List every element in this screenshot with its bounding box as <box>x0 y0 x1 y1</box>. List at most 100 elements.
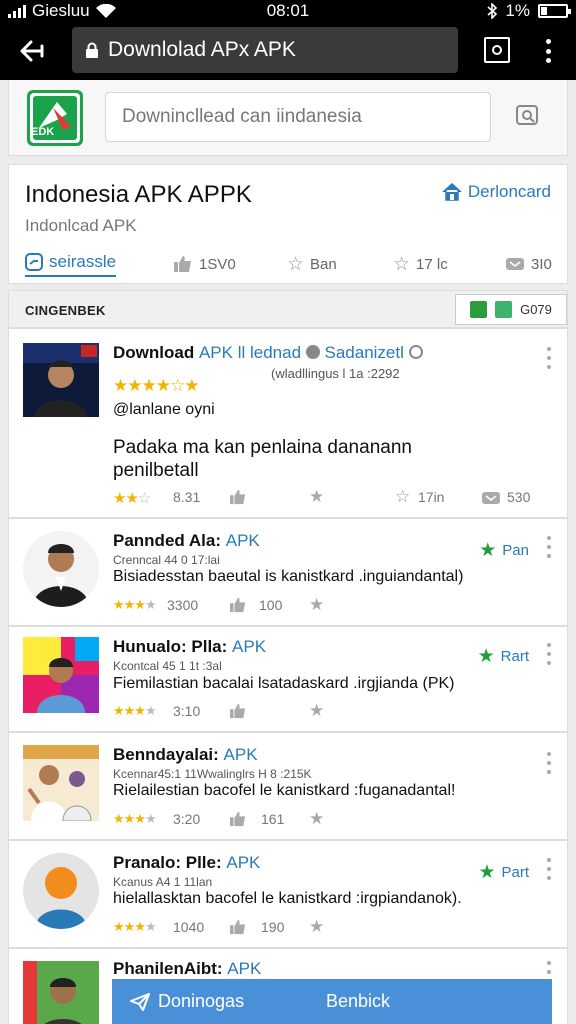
app-stats: ★★☆ 8.31 ★ ☆ 17in 530 <box>113 487 553 509</box>
app-thumbnail[interactable] <box>23 961 99 1024</box>
stat-tags: 3I0 <box>505 256 552 273</box>
app-title[interactable]: Download APK ll lednad Sadanizetl <box>113 343 423 363</box>
plan-button[interactable]: ★ Rart <box>478 645 529 668</box>
back-action-label: Benbick <box>326 991 391 1011</box>
overflow-menu-button[interactable] <box>538 36 558 66</box>
tab-seirassle-label: seirassle <box>49 251 117 271</box>
share-button[interactable]: Doninogas <box>130 991 244 1012</box>
star-icon[interactable]: ★ <box>309 917 324 937</box>
app-stats: ★★★★ 3300 100 ★ <box>113 595 413 617</box>
back-action-button[interactable]: Benbick <box>326 991 390 1012</box>
item-menu-button[interactable] <box>545 643 553 665</box>
app-title-apk: APK <box>227 959 262 978</box>
app-stats: ★★★★ 3:10 ★ <box>113 701 413 723</box>
app-meta: Kcontcal 45 1 1t :3al <box>113 659 222 673</box>
stat-favorites: ☆ Ban <box>287 253 337 276</box>
list-item[interactable]: Hunualo: Plla: APK Kcontcal 45 1 1t :3al… <box>8 626 568 732</box>
app-thumbnail[interactable] <box>23 637 99 713</box>
stat-favorites-value: Ban <box>310 255 337 273</box>
rating-value: 3:20 <box>173 811 201 827</box>
status-right: 1% <box>487 1 571 21</box>
size-value: 530 <box>507 489 531 505</box>
plan-button[interactable]: ★ Part <box>478 861 529 884</box>
app-thumbnail[interactable] <box>23 745 99 821</box>
thumbs-up-icon[interactable] <box>229 703 247 719</box>
battery-percent: 1% <box>505 1 530 20</box>
plan-label: Rart <box>500 648 529 665</box>
app-meta: Kcennar45:1 11Wwalinglrs H 8 :215K <box>113 767 312 781</box>
app-title-text: Download <box>113 343 195 362</box>
item-menu-button[interactable] <box>545 536 553 558</box>
battery-icon <box>538 4 571 18</box>
section-title: CINGENBEK <box>25 303 106 318</box>
count-value: 100 <box>259 597 283 613</box>
tabs-icon <box>492 45 502 55</box>
tab-seirassle[interactable]: seirassle <box>25 251 117 277</box>
thumbs-up-icon[interactable] <box>229 489 247 505</box>
star-icon[interactable]: ★ <box>309 487 324 507</box>
count-value: 161 <box>261 811 285 827</box>
star-icon[interactable]: ★ <box>309 595 324 615</box>
url-text: Downlolad APx APK <box>108 38 296 61</box>
app-thumbnail[interactable] <box>23 343 99 417</box>
app-description: Rielailestian bacofel le kanistkard :fug… <box>113 782 456 799</box>
app-stats: ★★★★ 1040 190 ★ <box>113 917 413 939</box>
tag-icon <box>482 492 500 504</box>
app-title[interactable]: Hunualo: Plla: APK <box>113 637 266 657</box>
app-title[interactable]: PhanilenAibt: APK <box>113 959 261 979</box>
rating-value: 3300 <box>167 597 199 613</box>
search-input[interactable] <box>105 92 491 142</box>
star-rating-small: ★★★★ <box>113 811 157 826</box>
tabs-button[interactable] <box>484 37 510 63</box>
item-menu-button[interactable] <box>545 347 553 369</box>
search-button[interactable] <box>515 104 543 132</box>
app-description: Padaka ma kan penlaina dananann <box>113 437 412 458</box>
app-title[interactable]: Pannded Ala: APK <box>113 531 260 551</box>
star-icon[interactable]: ★ <box>309 809 324 829</box>
app-title-text: Pannded Ala: <box>113 531 221 550</box>
site-logo[interactable]: EDK <box>27 90 83 146</box>
list-item[interactable]: Pannded Ala: APK Crenncal 44 0 17:lai Bi… <box>8 518 568 626</box>
timer-icon <box>25 252 43 271</box>
item-menu-button[interactable] <box>545 858 553 880</box>
stat-likes-value: 1SV0 <box>199 255 236 273</box>
app-description: hielallasktan bacofel le kanistkard :irg… <box>113 890 462 907</box>
star-outline-icon: ☆ <box>393 253 411 275</box>
count-value: 190 <box>261 919 285 935</box>
grid-icon <box>470 301 488 318</box>
url-bar[interactable]: Downlolad APx APK <box>72 27 458 73</box>
thumbs-up-icon[interactable] <box>229 597 247 613</box>
list-item[interactable]: Download APK ll lednad Sadanizetl (wladl… <box>8 328 568 518</box>
item-menu-button[interactable] <box>545 752 553 774</box>
app-thumbnail[interactable] <box>23 853 99 929</box>
thumbs-up-icon[interactable] <box>229 919 247 935</box>
search-icon <box>516 105 538 125</box>
section-badge-value: G079 <box>520 302 552 317</box>
verified-icon <box>408 345 423 359</box>
plan-button[interactable]: ★ Pan <box>479 539 529 562</box>
app-thumbnail[interactable] <box>23 531 99 607</box>
thumbs-up-icon[interactable] <box>229 811 247 827</box>
section-badge[interactable]: G079 <box>455 294 567 325</box>
star-rating-small: ★★★★ <box>113 703 157 718</box>
app-title[interactable]: Pranalo: Plle: APK <box>113 853 260 873</box>
site-header: EDK <box>8 80 568 156</box>
app-title[interactable]: Benndayalai: APK <box>113 745 258 765</box>
bluetooth-icon <box>487 3 498 19</box>
app-meta: (wladllingus l 1a :2292 <box>271 366 400 381</box>
app-title-text: Pranalo: Plle: <box>113 853 222 872</box>
title-card: Indonesia APK APPK Indonlcad APK Derlonc… <box>8 164 568 284</box>
back-arrow-icon <box>20 40 44 62</box>
app-title-text: PhanilenAibt: <box>113 959 223 978</box>
info-icon <box>305 345 320 359</box>
star-outline-icon: ☆ <box>287 253 305 275</box>
app-title-text: Benndayalai: <box>113 745 219 764</box>
star-icon[interactable]: ★ <box>309 701 324 721</box>
download-link[interactable]: Derloncard <box>442 182 551 202</box>
list-item[interactable]: Benndayalai: APK Kcennar45:1 11Wwalinglr… <box>8 732 568 840</box>
back-button[interactable] <box>14 34 50 68</box>
status-bar: Giesluu 08:01 1% <box>0 0 576 22</box>
share-label: Doninogas <box>158 991 245 1011</box>
list-item[interactable]: Pranalo: Plle: APK Kcanus A4 1 11lan hie… <box>8 840 568 948</box>
send-icon <box>130 992 150 1011</box>
